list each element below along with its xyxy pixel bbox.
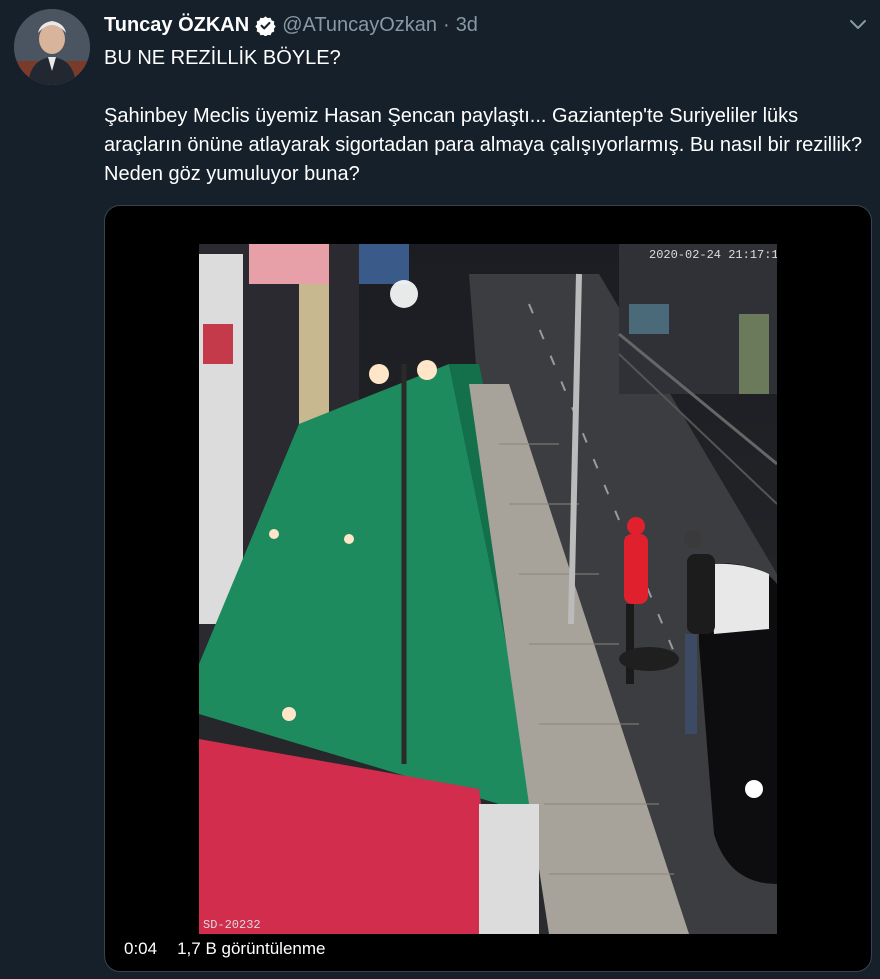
verified-badge-icon — [255, 15, 276, 36]
video-player[interactable]: 2020-02-24 21:17:16 SD-20232 0:04 1,7 B … — [104, 205, 872, 972]
camera-label-overlay: SD-20232 — [203, 918, 261, 932]
separator-dot: · — [443, 14, 450, 36]
tweet-text-line: BU NE REZİLLİK BÖYLE? — [104, 47, 341, 69]
display-name[interactable]: Tuncay ÖZKAN — [104, 12, 249, 38]
video-overlay-badges: 0:04 1,7 B görüntülenme — [117, 935, 333, 963]
avatar[interactable] — [14, 9, 90, 85]
tweet-text: BU NE REZİLLİK BÖYLE? Şahinbey Meclis üy… — [104, 44, 874, 189]
video-frame[interactable]: 2020-02-24 21:17:16 SD-20232 — [199, 244, 777, 934]
tweet-header: Tuncay ÖZKAN @ATuncayOzkan · 3d — [104, 12, 478, 38]
avatar-image — [14, 9, 90, 85]
video-still: 2020-02-24 21:17:16 SD-20232 — [199, 244, 777, 934]
video-timestamp-overlay: 2020-02-24 21:17:16 — [649, 248, 777, 262]
tweet-text-paragraph: Şahinbey Meclis üyemiz Hasan Şencan payl… — [104, 105, 863, 185]
video-elapsed-badge: 0:04 — [117, 935, 165, 963]
video-views-badge: 1,7 B görüntülenme — [170, 935, 333, 963]
handle[interactable]: @ATuncayOzkan — [282, 12, 437, 38]
timestamp[interactable]: 3d — [456, 12, 478, 38]
chevron-down-icon[interactable] — [846, 12, 870, 36]
